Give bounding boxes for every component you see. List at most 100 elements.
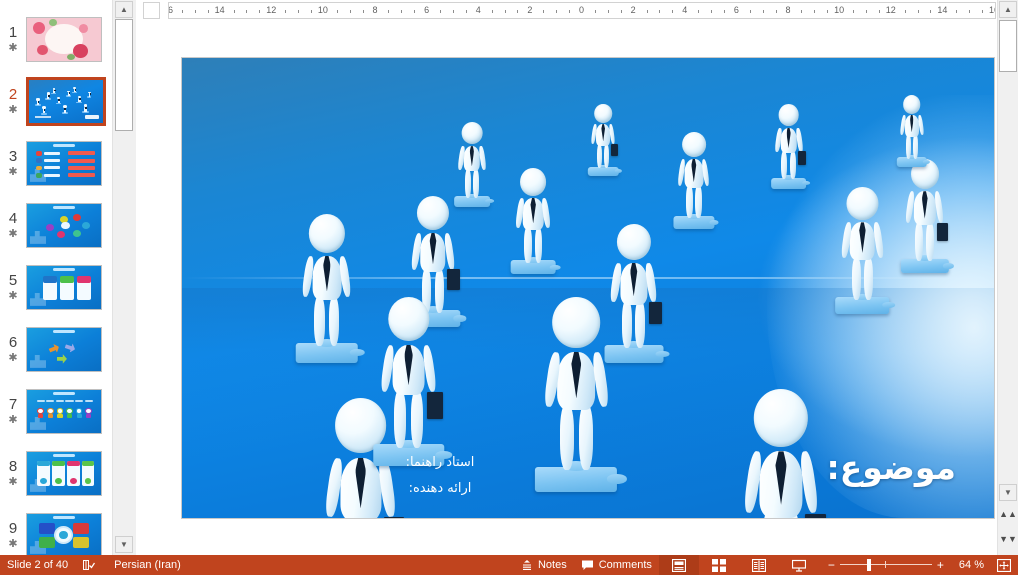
scroll-down-button[interactable]: ▼: [999, 484, 1017, 501]
previous-slide-button[interactable]: ▲▲: [999, 505, 1017, 524]
animation-star-icon[interactable]: ✱: [8, 538, 17, 550]
businessman-figure: [673, 131, 719, 229]
ruler-h-tick-label: 8: [372, 5, 378, 15]
thumbnail-item-2[interactable]: 2 ✱: [0, 70, 112, 132]
thumbnail-item-8[interactable]: 8 ✱: [0, 442, 112, 504]
ruler-h-tick-label: 14: [937, 5, 948, 15]
thumbnail-slide-preview[interactable]: [26, 16, 102, 62]
view-reading-button[interactable]: [739, 555, 779, 575]
thumbnail-slide-preview[interactable]: [26, 140, 102, 186]
current-slide-canvas[interactable]: استاد راهنما: ارائه دهنده: موضوع:: [182, 58, 994, 518]
spellcheck-icon: [82, 559, 96, 571]
figure-head: [681, 131, 706, 157]
scroll-thumb[interactable]: [999, 20, 1017, 72]
comments-label: Comments: [598, 559, 652, 571]
figure-leg: [604, 143, 610, 169]
fit-to-window-button[interactable]: [990, 555, 1018, 575]
supervisor-line: استاد راهنما:: [405, 455, 475, 470]
thumbnail-slide-preview[interactable]: [26, 76, 106, 126]
ruler-h-minor-tick: [814, 10, 816, 13]
zoom-track-midpoint: [884, 561, 886, 568]
figure-leg: [905, 134, 911, 159]
view-slideshow-button[interactable]: [779, 555, 819, 575]
figure-briefcase: [611, 144, 618, 156]
animation-star-icon[interactable]: ✱: [8, 352, 17, 364]
ruler-h-tick-label: 12: [266, 5, 277, 15]
animation-star-icon[interactable]: ✱: [8, 290, 17, 302]
figure-briefcase: [447, 269, 460, 291]
thumbnail-meta: 9 ✱: [0, 521, 26, 550]
thumbnail-preview: [29, 79, 103, 123]
businessman-figure: [770, 104, 811, 189]
ruler-h-minor-tick: [194, 10, 196, 13]
ruler-h-minor-tick: [414, 10, 416, 13]
scroll-up-button[interactable]: ▲: [999, 1, 1017, 18]
view-normal-button[interactable]: [658, 555, 699, 575]
animation-star-icon[interactable]: ✱: [8, 166, 17, 178]
ruler-h-minor-tick: [723, 10, 725, 13]
figure-leg: [864, 256, 874, 300]
animation-star-icon[interactable]: ✱: [8, 104, 17, 116]
thumbnail-slide-preview[interactable]: [26, 202, 102, 248]
thumbnail-item-1[interactable]: 1 ✱: [0, 8, 112, 70]
thumbnail-preview: [27, 17, 101, 61]
ruler-h-minor-tick: [517, 10, 519, 13]
ruler-h-minor-tick: [853, 10, 855, 13]
ruler-h-tick-label: 14: [214, 5, 225, 15]
thumbnail-slide-preview[interactable]: [26, 450, 102, 496]
ruler-h-minor-tick: [982, 10, 984, 13]
zoom-slider[interactable]: − +: [819, 555, 953, 575]
thumbnail-item-3[interactable]: 3 ✱: [0, 132, 112, 194]
thumbnail-scroll-thumb[interactable]: [115, 19, 133, 131]
status-bar: Slide 2 of 40 Persian (Iran) Notes Comme…: [0, 555, 1018, 575]
thumbnail-scroll-down-button[interactable]: ▼: [115, 536, 133, 553]
figure-head: [616, 223, 651, 260]
slide-count-label[interactable]: Slide 2 of 40: [0, 555, 75, 575]
language-label[interactable]: Persian (Iran): [107, 555, 188, 575]
thumbnail-slide-preview[interactable]: [26, 388, 102, 434]
thumbnail-slide-preview[interactable]: [26, 512, 102, 555]
ruler-h-tick-label: 10: [834, 5, 845, 15]
animation-star-icon[interactable]: ✱: [8, 414, 17, 426]
zoom-track[interactable]: [839, 555, 932, 575]
puzzle-piece: [835, 297, 895, 314]
thumbnail-scroll-up-button[interactable]: ▲: [115, 1, 133, 18]
ruler-h-minor-tick: [827, 10, 829, 13]
ruler-h-minor-tick: [801, 10, 803, 13]
zoom-slider-handle[interactable]: [866, 559, 871, 571]
ruler-h-minor-tick: [543, 10, 545, 13]
zoom-percent-label[interactable]: 64 %: [953, 555, 990, 575]
slide-thumbnail-pane[interactable]: 1 ✱ 2 ✱ 3 ✱ 4 ✱ 5 ✱ 6 ✱ 7 ✱ 8 ✱ 9 ✱: [0, 0, 112, 555]
figure-leg: [464, 168, 471, 198]
thumbnail-item-6[interactable]: 6 ✱: [0, 318, 112, 380]
figure-head: [520, 168, 547, 196]
zoom-out-button[interactable]: −: [823, 558, 840, 572]
main-vertical-scrollbar[interactable]: ▲ ▼ ▲▲ ▼▼: [997, 0, 1018, 555]
next-slide-button[interactable]: ▼▼: [999, 530, 1017, 549]
thumbnail-item-4[interactable]: 4 ✱: [0, 194, 112, 256]
businessman-figure: [900, 159, 955, 274]
figure-briefcase: [797, 151, 806, 165]
slide-title-text[interactable]: موضوع:: [827, 448, 956, 487]
thumbnail-meta: 1 ✱: [0, 25, 26, 54]
animation-star-icon[interactable]: ✱: [8, 228, 17, 240]
view-slide-sorter-button[interactable]: [699, 555, 739, 575]
animation-star-icon[interactable]: ✱: [8, 42, 17, 54]
puzzle-piece: [295, 343, 365, 363]
slide-subtitle-block[interactable]: استاد راهنما: ارائه دهنده:: [290, 450, 590, 502]
animation-star-icon[interactable]: ✱: [8, 476, 17, 488]
thumbnail-item-7[interactable]: 7 ✱: [0, 380, 112, 442]
thumbnail-item-5[interactable]: 5 ✱: [0, 256, 112, 318]
figure-head: [594, 104, 612, 123]
comments-button[interactable]: Comments: [574, 555, 659, 575]
zoom-in-button[interactable]: +: [932, 558, 949, 572]
thumbnail-slide-preview[interactable]: [26, 326, 102, 372]
thumbnail-scrollbar[interactable]: ▲ ▼: [112, 0, 136, 555]
notes-button[interactable]: Notes: [514, 555, 574, 575]
spellcheck-button[interactable]: [75, 555, 107, 575]
ruler-h-minor-tick: [440, 10, 442, 13]
chevron-down-icon: ▼: [1004, 487, 1012, 497]
thumbnail-slide-preview[interactable]: [26, 264, 102, 310]
thumbnail-item-9[interactable]: 9 ✱: [0, 504, 112, 555]
thumbnail-number: 7: [8, 395, 18, 413]
